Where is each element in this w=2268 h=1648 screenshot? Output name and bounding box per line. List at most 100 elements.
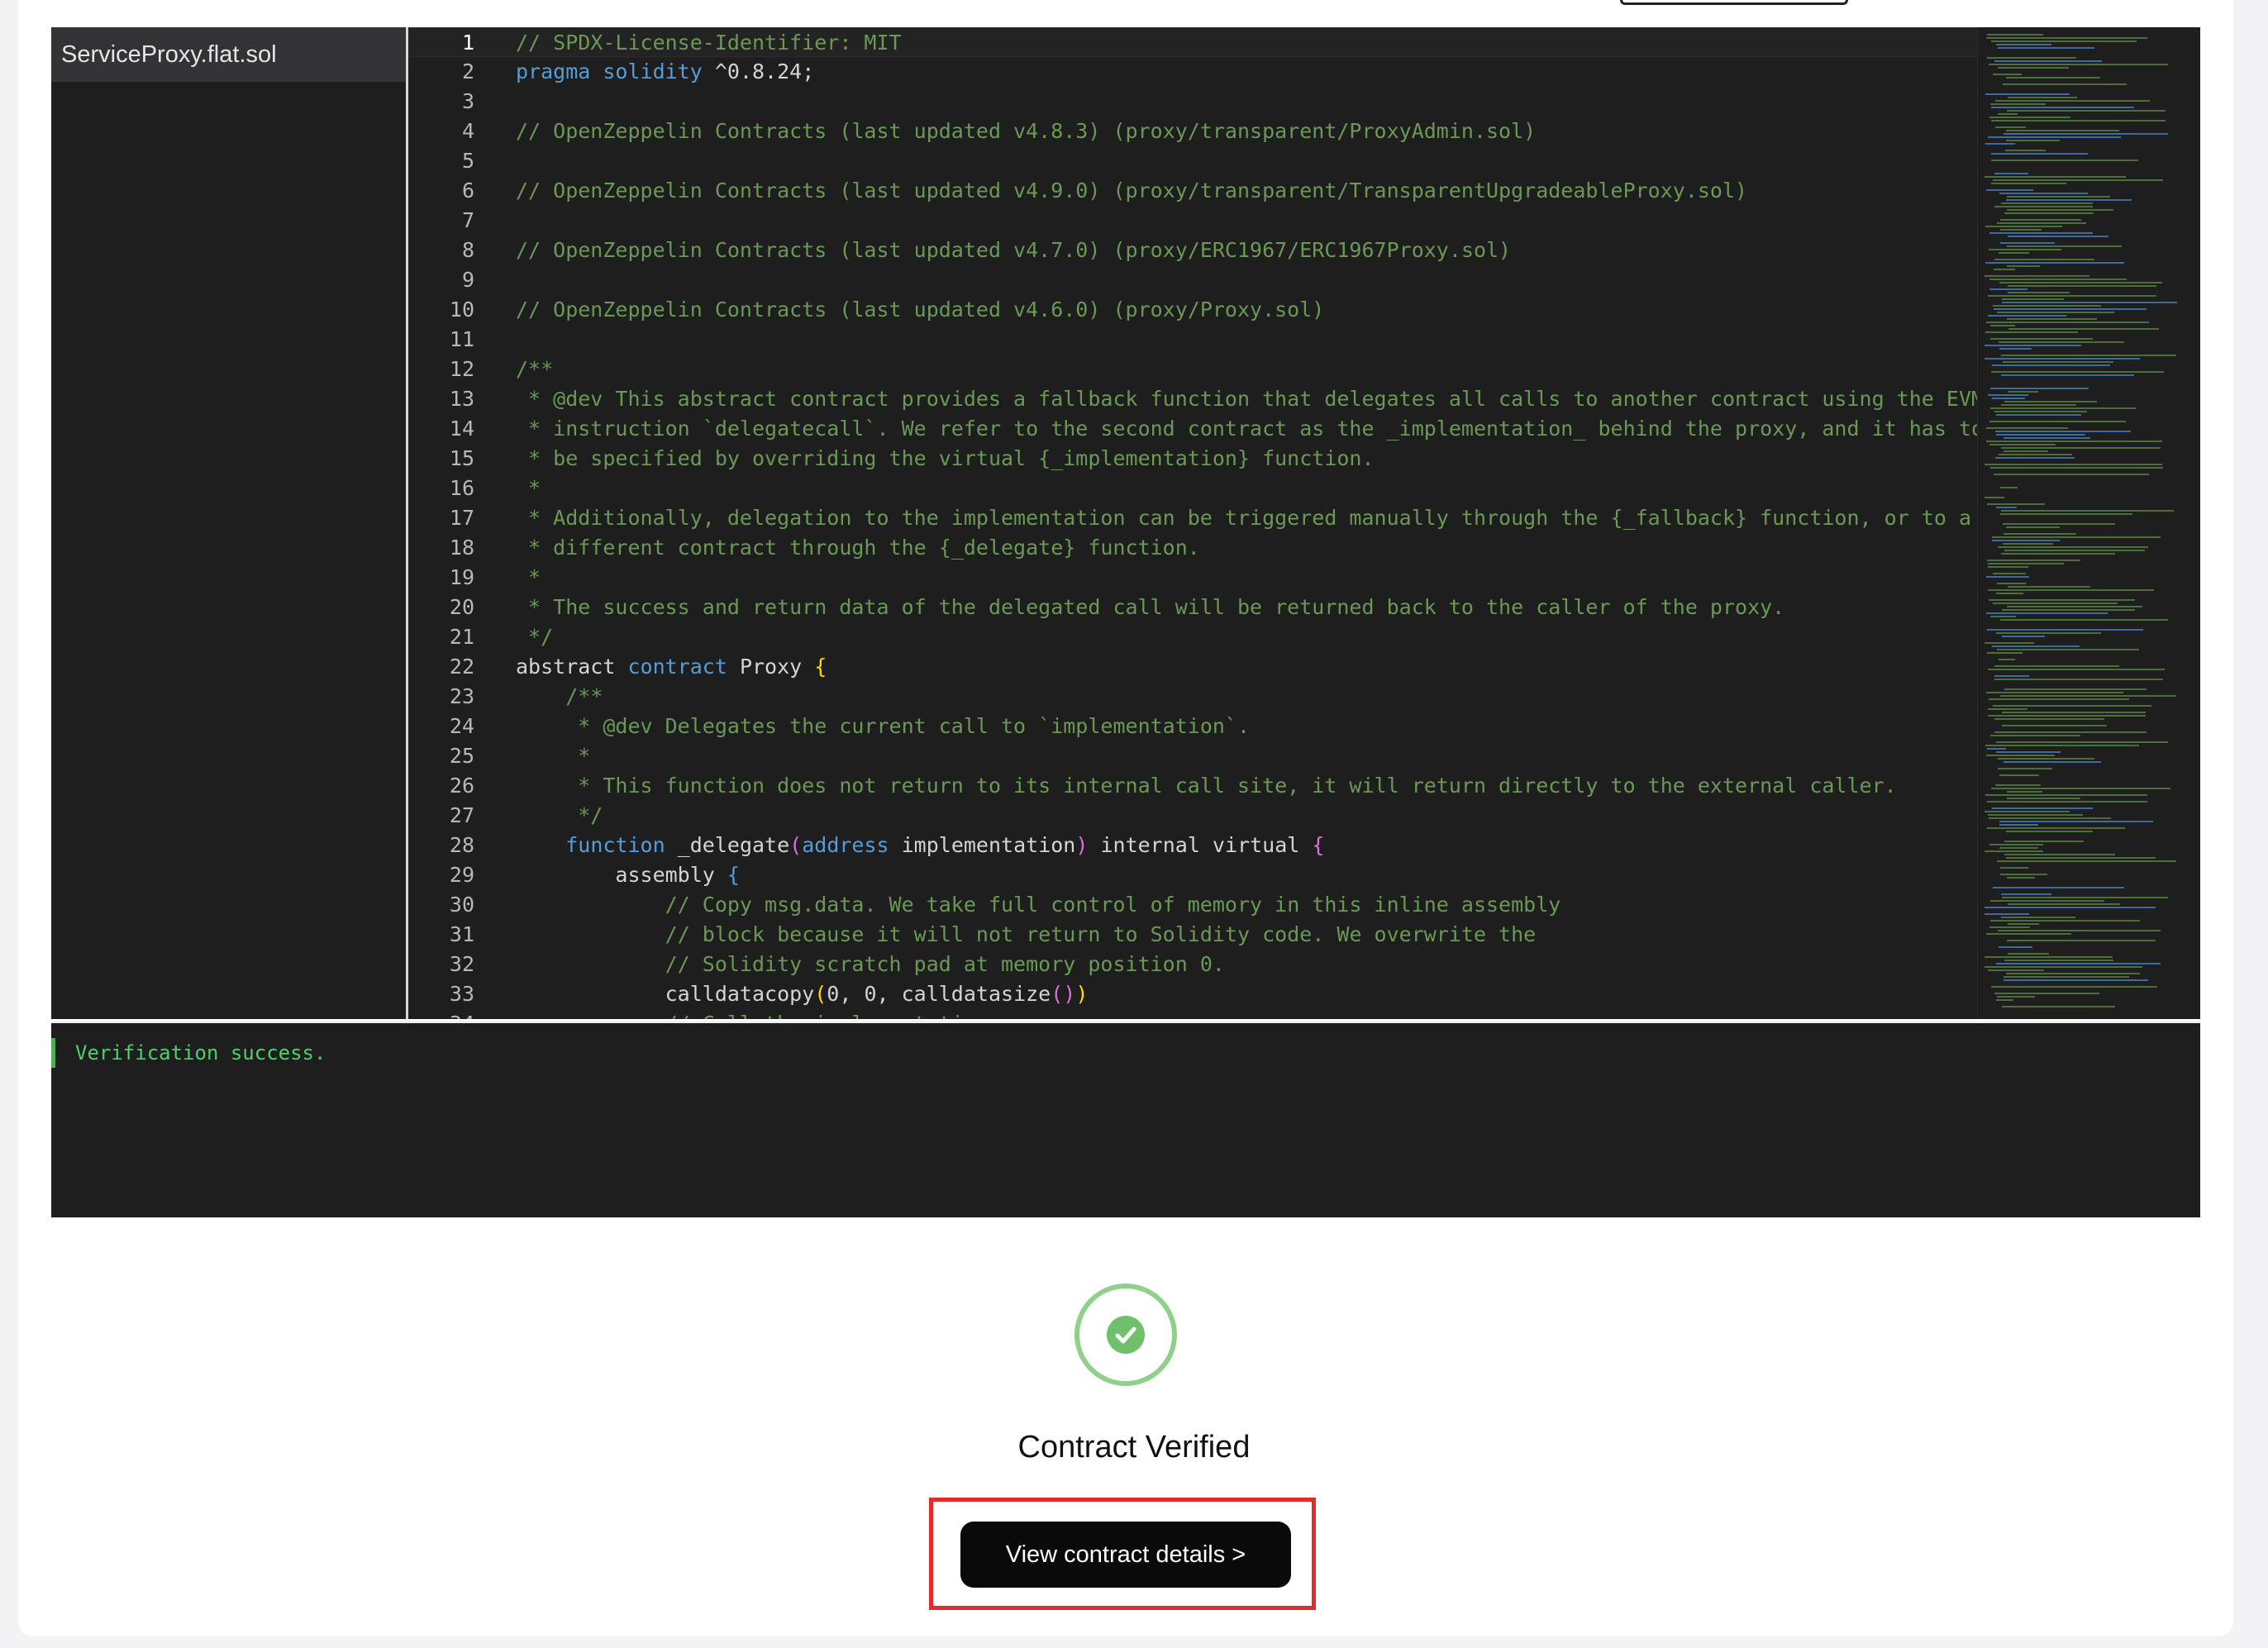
line-number: 30 [449,893,474,917]
code-token: // OpenZeppelin Contracts (last updated … [516,179,1748,202]
line-text: */ [474,801,1979,831]
minimap-stroke [1987,57,2076,59]
success-check-icon [1074,1284,1177,1386]
top-button-edge[interactable] [1620,0,1848,5]
minimap-stroke [1984,811,2070,812]
view-contract-details-button[interactable]: View contract details > [960,1522,1291,1588]
line-number: 17 [449,506,474,530]
code-line: 31 // block because it will not return t… [408,920,1979,950]
minimap-stroke [1992,364,2110,366]
code-token: */ [516,803,603,827]
minimap-stroke [1987,827,2125,829]
minimap-stroke [1997,860,2176,862]
minimap-stroke [1984,642,2034,644]
minimap-stroke [2004,979,2148,981]
minimap-stroke [1986,692,2123,693]
minimap-stroke [1989,817,2111,819]
minimap-stroke [2005,150,2046,151]
minimap-stroke [2002,609,2135,611]
line-number: 12 [449,357,474,381]
minimap-stroke [1992,398,2025,399]
line-text: * [474,741,1979,771]
minimap-stroke [1985,745,2139,746]
minimap-stroke [2000,229,2042,231]
minimap-stroke [1999,348,2032,350]
minimap-stroke [1999,821,2153,822]
line-text: * This function does not return to its i… [474,771,1979,801]
code-token: * @dev Delegates the current call to `im… [516,714,1251,738]
minimap-stroke [1990,467,2163,469]
line-number: 32 [449,952,474,976]
minimap-stroke [2008,903,2120,905]
minimap-stroke [1991,788,2170,789]
code-line: 5 [408,146,1979,176]
code-token: * [516,744,591,768]
minimap-stroke [1993,887,2124,888]
minimap-stroke [2007,940,2156,941]
minimap-stroke [1989,249,2061,250]
line-text: // block because it will not return to S… [474,920,1979,950]
minimap-stroke [1991,160,2138,161]
minimap-stroke [1996,741,2168,743]
minimap-stroke [2004,854,2115,855]
code-line: 25 * [408,741,1979,771]
code-token: * different contract through the {_deleg… [516,536,1200,560]
code-line: 19 * [408,563,1979,593]
line-number: 2 [461,60,474,83]
code-token: // OpenZeppelin Contracts (last updated … [516,238,1512,262]
code-token: Proxy [727,655,815,679]
minimap-stroke [2004,960,2113,961]
line-number: 1 [461,31,474,55]
minimap-stroke [1991,371,2164,373]
minimap-stroke [1989,288,2027,290]
line-number: 29 [449,863,474,887]
code-token: _delegate [665,833,790,857]
code-token: * [516,565,541,589]
code-line: 27 */ [408,801,1979,831]
code-view[interactable]: 1 // SPDX-License-Identifier: MIT 2 pragma … [408,27,2200,1019]
minimap-stroke [2008,236,2108,237]
minimap-stroke [1985,794,2147,796]
line-text: /** [474,682,1979,712]
code-line: 32 // Solidity scratch pad at memory pos… [408,950,1979,979]
code-token: () [1051,982,1076,1006]
minimap-stroke [1986,189,2033,191]
line-text [474,206,1979,236]
minimap-stroke [1999,824,2038,826]
minimap-stroke [1994,269,2015,270]
minimap-stroke [1988,136,2121,138]
minimap-stroke [1988,563,2064,564]
minimap-stroke [1988,715,2146,717]
code-token: // OpenZeppelin Contracts (last updated … [516,119,1537,143]
minimap-stroke [1989,64,2168,65]
line-number: 25 [449,744,474,768]
file-tree-item[interactable]: ServiceProxy.flat.sol [51,27,406,82]
code-line: 21 */ [408,622,1979,652]
minimap-stroke [2004,841,2084,842]
code-token: /** [565,684,603,708]
line-text: * [474,563,1979,593]
code-minimap[interactable] [1977,27,2200,1019]
code-line: 15 * be specified by overriding the virt… [408,444,1979,474]
minimap-stroke [1986,322,2149,323]
line-number: 22 [449,655,474,679]
minimap-stroke [2003,83,2127,85]
code-token: * @dev This abstract contract provides a… [516,387,1984,411]
line-number: 14 [449,417,474,441]
line-number: 20 [449,595,474,619]
minimap-stroke [1996,434,2085,436]
minimap-stroke [2000,242,2055,244]
minimap-stroke [2002,725,2107,726]
code-token: ( [789,833,803,857]
line-number: 23 [449,684,474,708]
line-text: * instruction `delegatecall`. We refer t… [474,414,1984,444]
line-text: * Additionally, delegation to the implem… [474,503,1979,533]
line-number: 27 [449,803,474,827]
minimap-stroke [2008,391,2038,393]
minimap-stroke [2004,401,2097,402]
minimap-stroke [1984,176,2126,178]
minimap-stroke [1996,963,2161,965]
